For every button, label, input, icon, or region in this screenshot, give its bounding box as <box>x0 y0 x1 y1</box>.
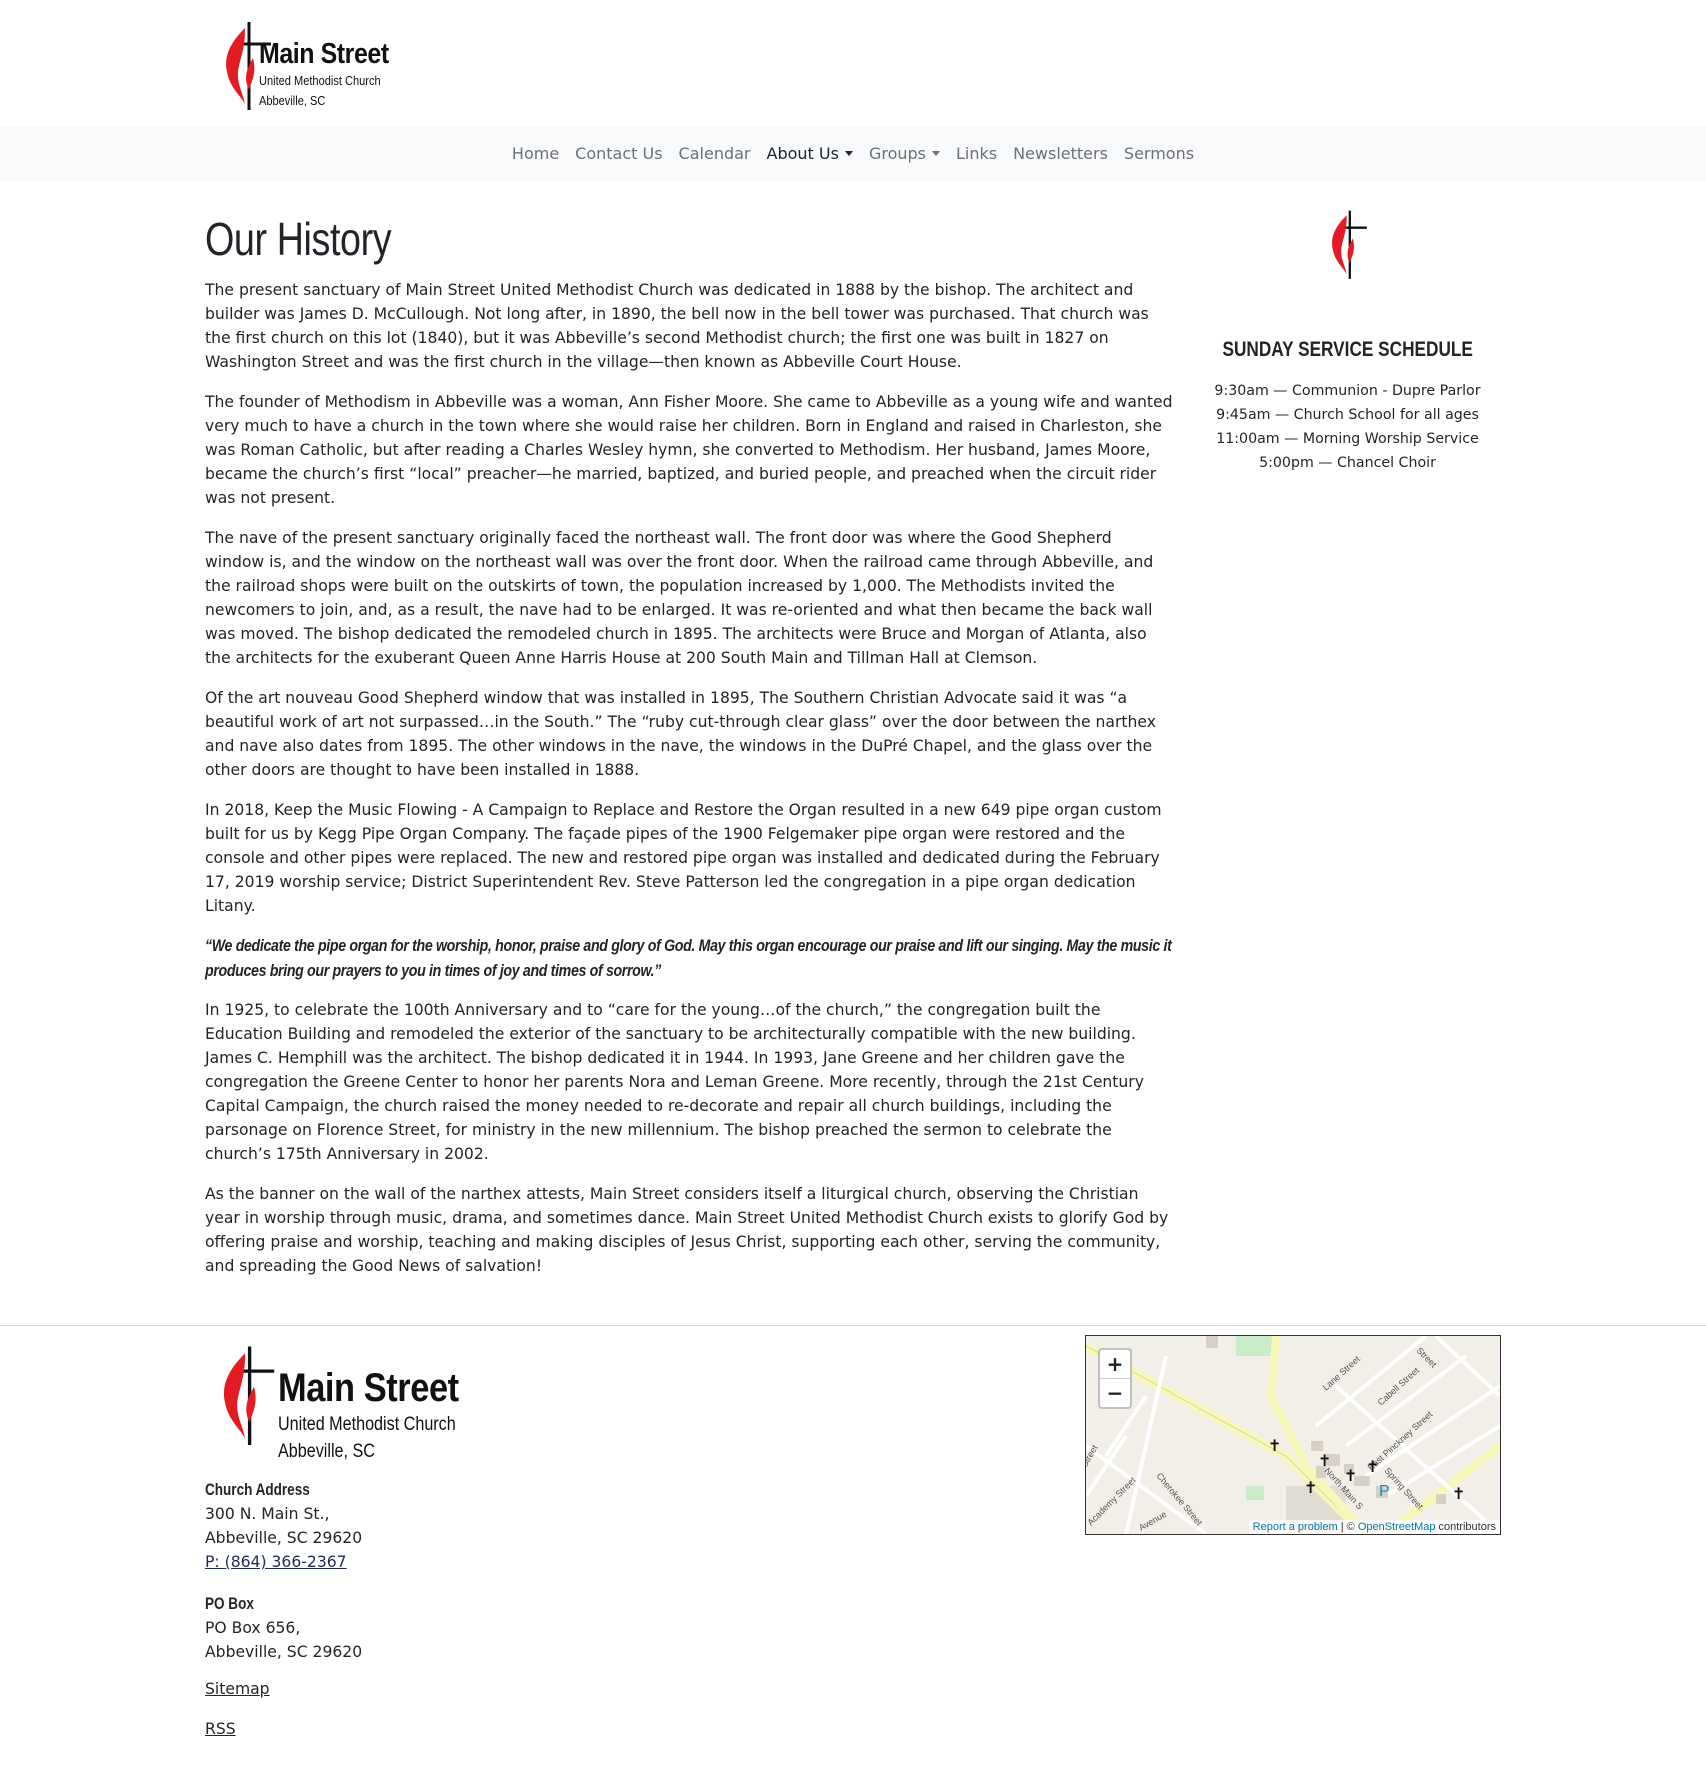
history-paragraph: The present sanctuary of Main Street Uni… <box>205 281 1149 371</box>
history-paragraph: In 1925, to celebrate the 100th Annivers… <box>205 1001 1144 1163</box>
attribution-separator: | © <box>1337 1521 1358 1533</box>
chevron-down-icon <box>844 151 853 156</box>
svg-text:✝: ✝ <box>1268 1436 1281 1455</box>
address-line: 300 N. Main St., <box>205 1505 330 1523</box>
openstreetmap-link[interactable]: OpenStreetMap <box>1358 1521 1436 1533</box>
po-box-address: PO Box PO Box 656, Abbeville, SC 29620 <box>205 1592 362 1664</box>
nav-groups-label: Groups <box>868 144 926 163</box>
nav-calendar[interactable]: Calendar <box>671 144 759 163</box>
schedule-item: 9:45am — Church School for all ages <box>1216 407 1479 423</box>
report-problem-link[interactable]: Report a problem <box>1253 1521 1338 1533</box>
svg-text:✝: ✝ <box>1318 1451 1331 1470</box>
history-paragraph: Of the art nouveau Good Shepherd window … <box>205 689 1156 779</box>
sitemap-link[interactable]: Sitemap <box>205 1680 270 1698</box>
dedication-quote: “We dedicate the pipe organ for the wors… <box>205 937 1172 980</box>
footer-logo-name: Main Street <box>278 1366 459 1410</box>
nav-sermons[interactable]: Sermons <box>1116 144 1202 163</box>
location-map[interactable]: Lane Street Cabell Street East Pinckney … <box>1085 1335 1501 1535</box>
nav-about-us-label: About Us <box>766 144 839 163</box>
svg-text:✝: ✝ <box>1304 1478 1317 1497</box>
address-line: PO Box 656, <box>205 1619 301 1637</box>
phone-prefix: P: <box>205 1553 225 1571</box>
attribution-contributors: contributors <box>1435 1521 1496 1533</box>
nav-home-label: Home <box>511 144 560 163</box>
schedule-item: 9:30am — Communion - Dupre Parlor <box>1214 383 1481 399</box>
schedule-item: 11:00am — Morning Worship Service <box>1216 431 1479 447</box>
history-paragraph: The nave of the present sanctuary origin… <box>205 529 1154 667</box>
chevron-down-icon <box>931 151 940 156</box>
logo-name: Main Street <box>259 38 389 70</box>
map-attribution: Report a problem | © OpenStreetMap contr… <box>1248 1520 1500 1534</box>
history-paragraph: As the banner on the wall of the narthex… <box>205 1185 1169 1275</box>
nav-links-label: Links <box>955 144 998 163</box>
nav-newsletters[interactable]: Newsletters <box>1005 144 1116 163</box>
nav-about-us[interactable]: About Us <box>759 144 861 163</box>
nav-home[interactable]: Home <box>504 144 567 163</box>
page-title: Our History <box>205 213 392 265</box>
service-schedule-list: 9:30am — Communion - Dupre Parlor 9:45am… <box>1190 379 1505 475</box>
map-zoom-control: + − <box>1098 1348 1132 1409</box>
umc-cross-flame-logo <box>222 1344 276 1446</box>
phone-line: P: (864) 366-2367 <box>205 1550 362 1574</box>
site-header: Main Street United Methodist Church Abbe… <box>0 0 1706 126</box>
nav-links[interactable]: Links <box>948 144 1005 163</box>
nav-contact-us-label: Contact Us <box>575 144 663 163</box>
svg-text:✝: ✝ <box>1452 1484 1465 1503</box>
history-paragraph: The founder of Methodism in Abbeville wa… <box>205 393 1173 507</box>
church-address-heading: Church Address <box>205 1481 310 1499</box>
schedule-item: 5:00pm — Chancel Choir <box>1259 455 1436 471</box>
nav-groups[interactable]: Groups <box>861 144 948 163</box>
address-line: Abbeville, SC 29620 <box>205 1643 363 1661</box>
history-content: The present sanctuary of Main Street Uni… <box>205 278 1175 1294</box>
phone-link[interactable]: (864) 366-2367 <box>225 1553 347 1571</box>
nav-calendar-label: Calendar <box>678 144 751 163</box>
svg-text:✝: ✝ <box>1366 1457 1379 1476</box>
po-box-heading: PO Box <box>205 1595 254 1613</box>
church-address: Church Address 300 N. Main St., Abbevill… <box>205 1478 362 1574</box>
zoom-out-button[interactable]: − <box>1100 1378 1130 1407</box>
svg-text:✝: ✝ <box>1344 1466 1357 1485</box>
history-paragraph: In 2018, Keep the Music Flowing - A Camp… <box>205 801 1162 915</box>
footer-logo-subtitle: United Methodist Church <box>278 1414 456 1435</box>
map-tiles: Lane Street Cabell Street East Pinckney … <box>1086 1336 1500 1534</box>
main-nav: Home Contact Us Calendar About Us Groups… <box>0 126 1706 181</box>
rss-link[interactable]: RSS <box>205 1720 236 1738</box>
address-line: Abbeville, SC 29620 <box>205 1529 363 1547</box>
logo-city: Abbeville, SC <box>259 93 326 108</box>
zoom-in-button[interactable]: + <box>1100 1350 1130 1378</box>
nav-contact-us[interactable]: Contact Us <box>567 144 670 163</box>
service-schedule-heading: SUNDAY SERVICE SCHEDULE <box>1222 338 1473 361</box>
svg-text:P: P <box>1379 1483 1390 1500</box>
logo-subtitle: United Methodist Church <box>259 73 381 88</box>
nav-sermons-label: Sermons <box>1123 144 1195 163</box>
footer-logo-city: Abbeville, SC <box>278 1441 375 1462</box>
umc-cross-flame-logo <box>1330 209 1369 280</box>
footer-divider <box>0 1325 1706 1326</box>
nav-newsletters-label: Newsletters <box>1013 144 1108 163</box>
